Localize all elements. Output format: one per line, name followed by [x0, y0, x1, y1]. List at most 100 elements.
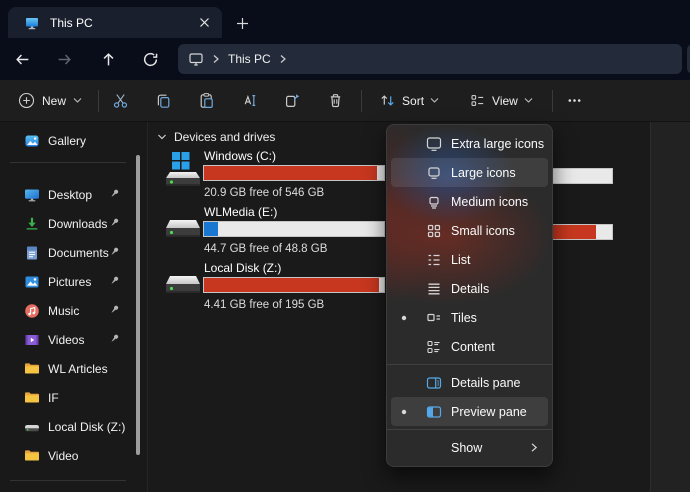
tab-title: This PC [50, 16, 93, 30]
view-button[interactable]: View [460, 85, 542, 117]
pin-icon [109, 217, 120, 228]
menu-item-medium-icons[interactable]: Medium icons [391, 187, 548, 216]
copy-button[interactable] [142, 84, 185, 118]
chevron-right-icon[interactable] [279, 54, 287, 64]
menu-item-details[interactable]: Details [391, 274, 548, 303]
delete-button[interactable] [314, 84, 357, 118]
selected-bullet-icon [391, 409, 417, 415]
refresh-button[interactable] [134, 43, 166, 75]
tab-close-icon[interactable] [192, 11, 216, 35]
preview-pane-icon [425, 403, 443, 421]
sidebar-item-label: Gallery [48, 134, 86, 148]
chevron-right-icon [212, 54, 220, 64]
menu-divider [387, 364, 552, 365]
cut-button[interactable] [99, 84, 142, 118]
share-button[interactable] [271, 84, 314, 118]
small-icons-icon [425, 222, 443, 240]
drive-name: Local Disk (Z:) [204, 261, 281, 275]
back-button[interactable] [6, 43, 38, 75]
list-icon [425, 251, 443, 269]
menu-divider [387, 429, 552, 430]
sidebar-item-label: Local Disk (Z:) [48, 420, 125, 434]
preview-pane [650, 122, 690, 492]
drive-capacity-text: 44.7 GB free of 48.8 GB [204, 243, 327, 255]
sidebar-divider [10, 162, 126, 163]
menu-item-preview-pane[interactable]: Preview pane [391, 397, 548, 426]
capacity-bar [204, 222, 384, 236]
drive-capacity-text: 20.9 GB free of 546 GB [204, 187, 324, 199]
up-button[interactable] [92, 43, 124, 75]
menu-item-details-pane[interactable]: Details pane [391, 368, 548, 397]
sidebar-item-documents[interactable]: Documents [0, 238, 134, 267]
view-context-menu: Extra large icons Large icons Medium ico… [386, 124, 553, 467]
section-devices-and-drives[interactable]: Devices and drives [157, 130, 275, 144]
capacity-bar-fill [204, 166, 377, 180]
videos-icon [24, 332, 40, 348]
drive-name: WLMedia (E:) [204, 205, 277, 219]
pin-icon [109, 188, 120, 199]
sidebar-item-gallery[interactable]: Gallery [0, 126, 134, 155]
sidebar-item-pictures[interactable]: Pictures [0, 267, 134, 296]
command-toolbar: New Sort [0, 80, 690, 122]
content-icon [425, 338, 443, 356]
sort-button[interactable]: Sort [370, 85, 448, 117]
sidebar-item-label: IF [48, 391, 59, 405]
new-button[interactable]: New [8, 85, 92, 117]
title-bar: This PC [0, 0, 690, 38]
menu-item-list[interactable]: List [391, 245, 548, 274]
paste-button[interactable] [185, 84, 228, 118]
file-explorer-window: This PC This PC [0, 0, 690, 492]
rename-button[interactable] [228, 84, 271, 118]
toolbar-divider [361, 90, 362, 112]
windows-drive-icon [162, 150, 202, 192]
details-pane-icon [425, 374, 443, 392]
pin-icon [109, 246, 120, 257]
chevron-down-icon[interactable] [157, 133, 167, 141]
sidebar-item-desktop[interactable]: Desktop [0, 180, 134, 209]
menu-item-extra-large-icons[interactable]: Extra large icons [391, 129, 548, 158]
sidebar-scrollbar[interactable] [136, 155, 140, 455]
menu-item-show[interactable]: Show [391, 433, 548, 462]
tab-this-pc[interactable]: This PC [8, 7, 222, 38]
drive-icon [24, 419, 40, 435]
downloads-icon [24, 216, 40, 232]
submenu-chevron-right-icon [530, 442, 538, 453]
view-button-label: View [492, 94, 518, 108]
medium-icons-icon [425, 193, 443, 211]
forward-button[interactable] [48, 43, 80, 75]
sidebar-item-downloads[interactable]: Downloads [0, 209, 134, 238]
gallery-icon [24, 133, 40, 149]
sidebar-item-label: Videos [48, 333, 84, 347]
view-layout-icon [469, 92, 486, 109]
sidebar-item-videos[interactable]: Videos [0, 325, 134, 354]
sidebar-item-if[interactable]: IF [0, 383, 134, 412]
sidebar-item-label: Pictures [48, 275, 91, 289]
documents-icon [24, 245, 40, 261]
sidebar-item-label: Video [48, 449, 78, 463]
drive-icon [162, 262, 202, 304]
address-bar[interactable]: This PC [178, 44, 682, 74]
pin-icon [109, 333, 120, 344]
sidebar-item-label: Documents [48, 246, 109, 260]
menu-item-tiles[interactable]: Tiles [391, 303, 548, 332]
plus-circle-icon [18, 92, 35, 109]
sidebar-item-wl-articles[interactable]: WL Articles [0, 354, 134, 383]
menu-item-content[interactable]: Content [391, 332, 548, 361]
drive-name: Windows (C:) [204, 149, 276, 163]
new-tab-button[interactable] [230, 11, 254, 35]
menu-item-large-icons[interactable]: Large icons [391, 158, 548, 187]
sidebar-item-label: Music [48, 304, 79, 318]
more-options-icon[interactable] [559, 85, 591, 117]
music-icon [24, 303, 40, 319]
chevron-down-icon [430, 97, 439, 104]
toolbar-divider [552, 90, 553, 112]
capacity-bar-fill [204, 222, 218, 236]
sidebar-item-local-disk-z[interactable]: Local Disk (Z:) [0, 412, 134, 441]
breadcrumb-this-pc[interactable]: This PC [228, 52, 271, 66]
section-header-label: Devices and drives [174, 130, 275, 144]
sidebar-item-label: Downloads [48, 217, 107, 231]
folder-icon [24, 361, 40, 377]
sidebar-item-music[interactable]: Music [0, 296, 134, 325]
menu-item-small-icons[interactable]: Small icons [391, 216, 548, 245]
sidebar-item-video[interactable]: Video [0, 441, 134, 470]
